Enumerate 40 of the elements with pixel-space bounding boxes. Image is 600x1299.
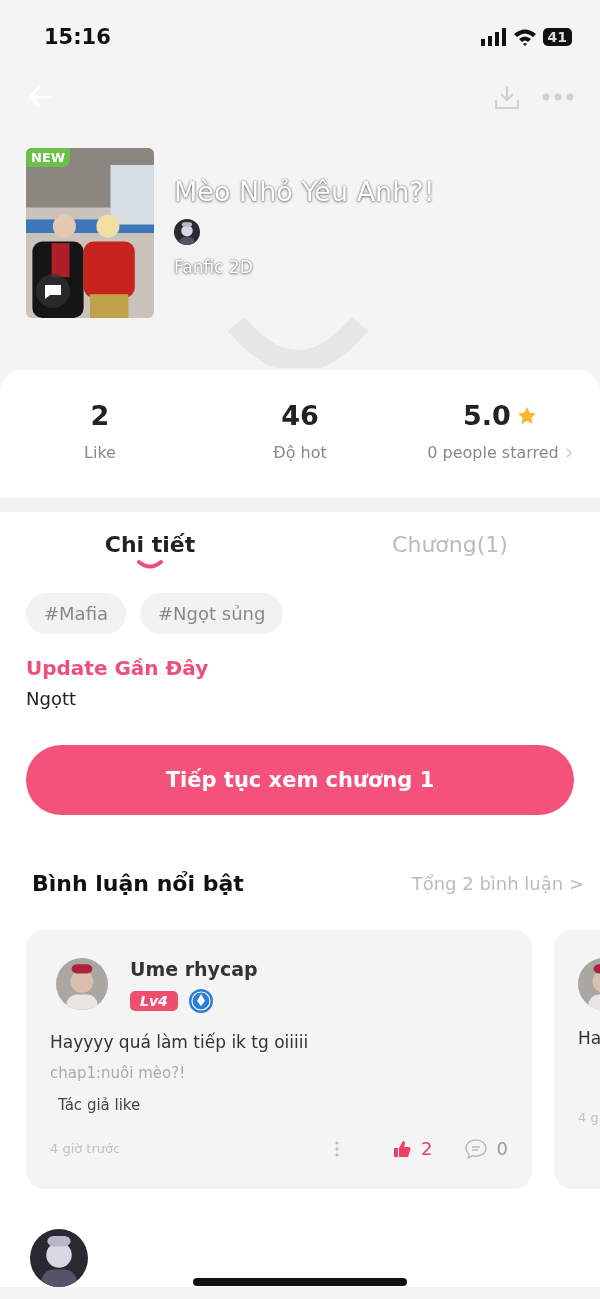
stat-value: 5.0 [463,400,511,431]
update-text: Ngọtt [25,687,78,709]
all-comments-link[interactable]: Tổng 2 bình luận > [411,873,584,894]
comment-text: Ha [578,1028,600,1048]
comment-bubble-icon[interactable] [464,1138,487,1159]
new-badge: NEW [26,148,71,167]
genre-label: Fanfic 2D [174,257,254,277]
stat-value: 2 [90,400,110,431]
comment-username: Ume rhycap [130,958,258,980]
stat-value: 46 [281,400,319,431]
continue-reading-button[interactable]: Tiếp tục xem chương 1 [26,745,574,815]
reply-count: 0 [496,1138,508,1159]
story-title: Mèo Nhỏ Yêu Anh?! [174,176,435,207]
comments-heading: Bình luận nổi bật [32,871,244,896]
battery-indicator: 41 [542,28,572,46]
download-icon[interactable] [494,84,520,110]
chapter-label: chap1:nuôi mèo?! [50,1064,187,1082]
more-vertical-icon[interactable] [335,1140,340,1157]
thumbs-up-icon[interactable] [393,1139,412,1158]
stat-label[interactable]: 0 people starred [427,443,559,462]
tag-chip[interactable]: #Ngọt sủng [140,593,284,634]
update-heading: Update Gần Đây [25,655,210,680]
tag-chip[interactable]: #Mafia [26,593,126,634]
tab-indicator-icon [136,559,164,569]
author-like-label: Tác giả like [58,1096,142,1114]
level-badge: Lv4 [130,991,178,1011]
comment-text: Hayyyy quá làm tiếp ik tg oiiiii [50,1032,310,1052]
tab[interactable]: Chi tiết [104,532,196,557]
wifi-icon [512,28,537,46]
like-count: 2 [421,1138,433,1159]
more-icon[interactable] [542,93,574,101]
tab[interactable]: Chương(1) [392,532,508,557]
stat-label: Like [84,443,116,462]
status-time: 15:16 [44,25,111,49]
chat-bubble-icon [36,274,70,308]
chevron-icon [564,446,573,459]
pen-nib-badge-icon [187,988,214,1014]
star-icon [516,405,537,426]
stat-label: Độ hot [273,443,327,462]
signal-icon [480,28,507,46]
